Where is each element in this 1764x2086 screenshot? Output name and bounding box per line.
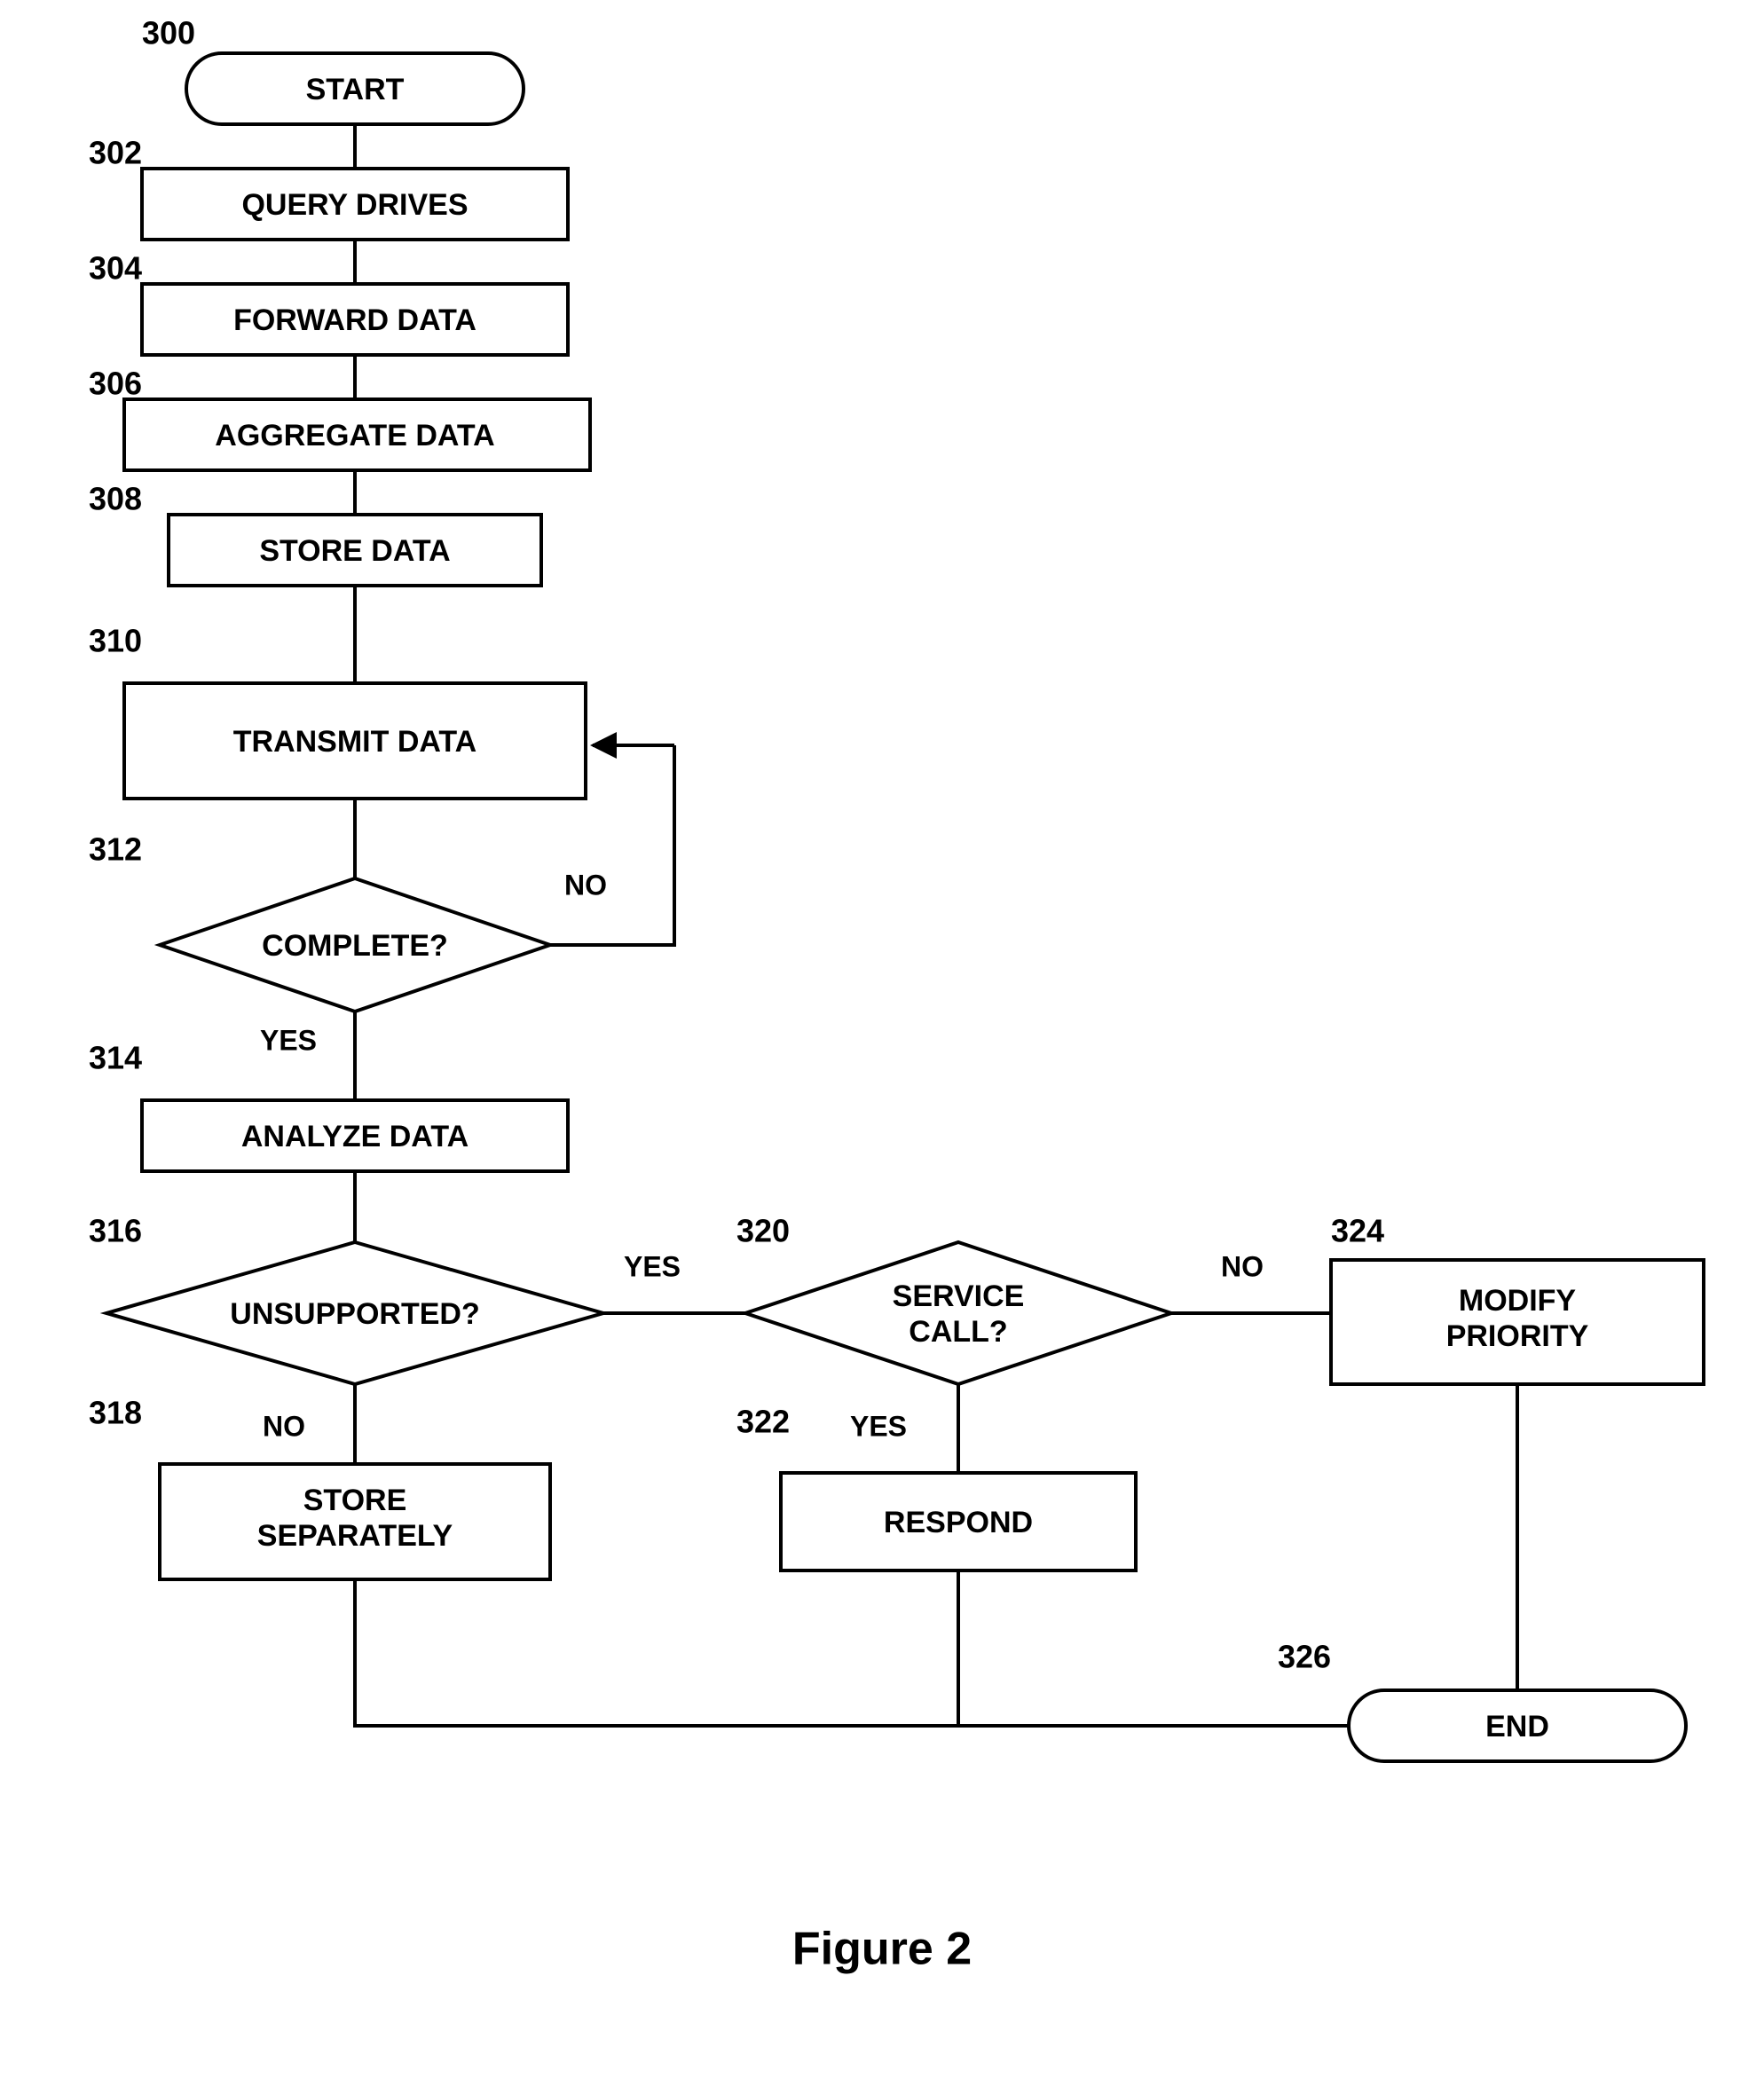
edge-complete-yes: YES xyxy=(260,1012,355,1100)
node-transmit-data: TRANSMIT DATA 310 xyxy=(89,623,586,799)
edge-unsupported-no-label: NO xyxy=(263,1410,305,1442)
node-forward-data: FORWARD DATA 304 xyxy=(89,250,568,355)
edge-unsupported-no: NO xyxy=(263,1384,355,1464)
edge-complete-yes-label: YES xyxy=(260,1024,317,1056)
node-unsupported-label: UNSUPPORTED? xyxy=(230,1297,479,1331)
node-store-data: STORE DATA 308 xyxy=(89,481,541,586)
node-query-drives: QUERY DRIVES 302 xyxy=(89,135,568,240)
figure-caption: Figure 2 xyxy=(792,1924,972,1975)
edge-servicecall-no-label: NO xyxy=(1221,1250,1264,1282)
node-complete-label: COMPLETE? xyxy=(262,929,448,963)
node-service-call-label-a: SERVICE xyxy=(893,1279,1025,1313)
node-store-separately: STORE SEPARATELY 318 xyxy=(89,1395,550,1579)
node-aggregate-data: AGGREGATE DATA 306 xyxy=(89,366,590,470)
node-forward-data-label: FORWARD DATA xyxy=(233,303,476,337)
node-respond-label: RESPOND xyxy=(884,1506,1033,1539)
ref-324: 324 xyxy=(1331,1213,1384,1249)
ref-306: 306 xyxy=(89,366,142,402)
node-start-label: START xyxy=(306,73,405,106)
node-store-separately-label-a: STORE xyxy=(303,1484,407,1517)
node-modify-priority: MODIFY PRIORITY 324 xyxy=(1331,1213,1704,1384)
edge-servicecall-yes-label: YES xyxy=(850,1410,907,1442)
edge-storesep-to-end xyxy=(355,1579,1349,1726)
ref-308: 308 xyxy=(89,481,142,517)
ref-320: 320 xyxy=(736,1213,790,1249)
node-modify-priority-label-a: MODIFY xyxy=(1459,1284,1577,1318)
node-transmit-data-label: TRANSMIT DATA xyxy=(233,725,476,759)
ref-314: 314 xyxy=(89,1040,142,1076)
ref-302: 302 xyxy=(89,135,142,171)
edge-servicecall-no: NO xyxy=(1171,1250,1331,1313)
ref-318: 318 xyxy=(89,1395,142,1431)
node-store-data-label: STORE DATA xyxy=(259,534,450,568)
ref-316: 316 xyxy=(89,1213,142,1249)
node-end-label: END xyxy=(1485,1710,1549,1744)
ref-326: 326 xyxy=(1278,1639,1331,1675)
node-complete: COMPLETE? 312 xyxy=(89,831,550,1012)
node-aggregate-data-label: AGGREGATE DATA xyxy=(215,419,494,453)
ref-322: 322 xyxy=(736,1404,790,1440)
node-service-call-label-b: CALL? xyxy=(909,1315,1007,1349)
ref-300: 300 xyxy=(142,15,195,51)
edge-complete-no-label: NO xyxy=(564,869,607,901)
node-unsupported: UNSUPPORTED? 316 xyxy=(89,1213,603,1384)
ref-310: 310 xyxy=(89,623,142,659)
node-query-drives-label: QUERY DRIVES xyxy=(241,188,468,222)
node-service-call: SERVICE CALL? 320 xyxy=(736,1213,1171,1384)
node-respond: RESPOND 322 xyxy=(736,1404,1136,1570)
edge-unsupported-yes-label: YES xyxy=(624,1250,681,1282)
ref-304: 304 xyxy=(89,250,142,287)
node-modify-priority-label-b: PRIORITY xyxy=(1446,1319,1589,1353)
edge-servicecall-yes: YES xyxy=(850,1384,958,1473)
node-analyze-data-label: ANALYZE DATA xyxy=(241,1120,469,1153)
node-end: END 326 xyxy=(1278,1639,1686,1761)
node-start: START 300 xyxy=(142,15,524,124)
edge-unsupported-yes: YES xyxy=(603,1250,745,1313)
node-analyze-data: ANALYZE DATA 314 xyxy=(89,1040,568,1171)
node-store-separately-label-b: SEPARATELY xyxy=(257,1519,453,1553)
ref-312: 312 xyxy=(89,831,142,868)
flowchart: START 300 QUERY DRIVES 302 FORWARD DATA … xyxy=(0,0,1764,2086)
